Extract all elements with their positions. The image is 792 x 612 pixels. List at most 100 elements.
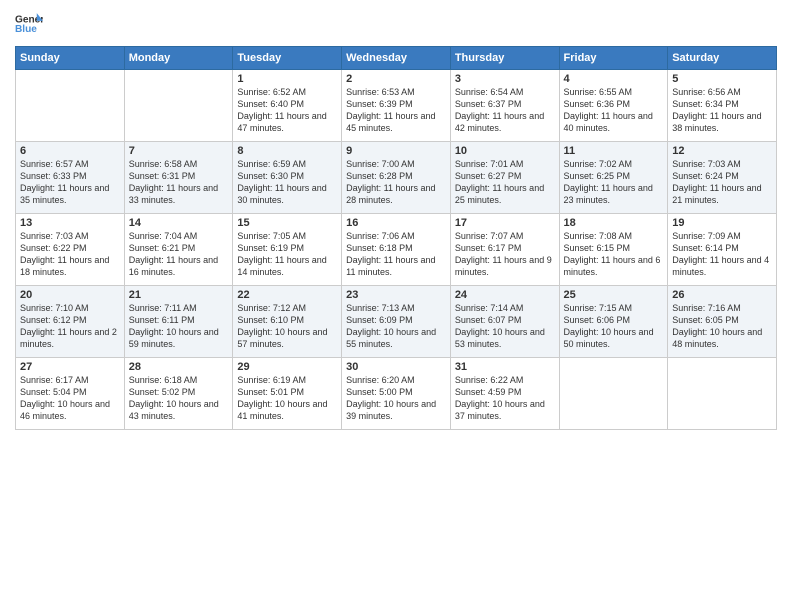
cell-info: Sunrise: 6:59 AMSunset: 6:30 PMDaylight:…: [237, 158, 337, 207]
cell-info: Sunrise: 6:20 AMSunset: 5:00 PMDaylight:…: [346, 374, 446, 423]
column-header-friday: Friday: [559, 47, 668, 70]
day-number: 23: [346, 289, 446, 301]
column-header-thursday: Thursday: [450, 47, 559, 70]
day-number: 19: [672, 217, 772, 229]
calendar-cell: 19Sunrise: 7:09 AMSunset: 6:14 PMDayligh…: [668, 214, 777, 286]
day-number: 20: [20, 289, 120, 301]
calendar-cell: 12Sunrise: 7:03 AMSunset: 6:24 PMDayligh…: [668, 142, 777, 214]
cell-info: Sunrise: 6:58 AMSunset: 6:31 PMDaylight:…: [129, 158, 229, 207]
cell-info: Sunrise: 6:55 AMSunset: 6:36 PMDaylight:…: [564, 86, 664, 135]
cell-info: Sunrise: 7:03 AMSunset: 6:24 PMDaylight:…: [672, 158, 772, 207]
calendar-cell: 22Sunrise: 7:12 AMSunset: 6:10 PMDayligh…: [233, 286, 342, 358]
calendar-page: General Blue SundayMondayTuesdayWednesda…: [0, 0, 792, 612]
calendar-week-row: 13Sunrise: 7:03 AMSunset: 6:22 PMDayligh…: [16, 214, 777, 286]
day-number: 27: [20, 361, 120, 373]
calendar-cell: 7Sunrise: 6:58 AMSunset: 6:31 PMDaylight…: [124, 142, 233, 214]
cell-info: Sunrise: 7:09 AMSunset: 6:14 PMDaylight:…: [672, 230, 772, 279]
cell-info: Sunrise: 7:06 AMSunset: 6:18 PMDaylight:…: [346, 230, 446, 279]
day-number: 17: [455, 217, 555, 229]
day-number: 3: [455, 73, 555, 85]
calendar-cell: 21Sunrise: 7:11 AMSunset: 6:11 PMDayligh…: [124, 286, 233, 358]
day-number: 26: [672, 289, 772, 301]
day-number: 1: [237, 73, 337, 85]
column-header-monday: Monday: [124, 47, 233, 70]
svg-text:Blue: Blue: [15, 24, 37, 35]
cell-info: Sunrise: 6:54 AMSunset: 6:37 PMDaylight:…: [455, 86, 555, 135]
day-number: 21: [129, 289, 229, 301]
cell-info: Sunrise: 7:08 AMSunset: 6:15 PMDaylight:…: [564, 230, 664, 279]
logo: General Blue: [15, 10, 43, 38]
calendar-week-row: 6Sunrise: 6:57 AMSunset: 6:33 PMDaylight…: [16, 142, 777, 214]
day-number: 31: [455, 361, 555, 373]
cell-info: Sunrise: 6:57 AMSunset: 6:33 PMDaylight:…: [20, 158, 120, 207]
cell-info: Sunrise: 7:07 AMSunset: 6:17 PMDaylight:…: [455, 230, 555, 279]
day-number: 8: [237, 145, 337, 157]
day-number: 12: [672, 145, 772, 157]
cell-info: Sunrise: 7:05 AMSunset: 6:19 PMDaylight:…: [237, 230, 337, 279]
day-number: 16: [346, 217, 446, 229]
cell-info: Sunrise: 6:56 AMSunset: 6:34 PMDaylight:…: [672, 86, 772, 135]
column-header-wednesday: Wednesday: [342, 47, 451, 70]
day-number: 29: [237, 361, 337, 373]
calendar-cell: 3Sunrise: 6:54 AMSunset: 6:37 PMDaylight…: [450, 70, 559, 142]
cell-info: Sunrise: 6:53 AMSunset: 6:39 PMDaylight:…: [346, 86, 446, 135]
cell-info: Sunrise: 7:11 AMSunset: 6:11 PMDaylight:…: [129, 302, 229, 351]
day-number: 7: [129, 145, 229, 157]
calendar-cell: 28Sunrise: 6:18 AMSunset: 5:02 PMDayligh…: [124, 358, 233, 430]
calendar-cell: 11Sunrise: 7:02 AMSunset: 6:25 PMDayligh…: [559, 142, 668, 214]
calendar-cell: [124, 70, 233, 142]
day-number: 14: [129, 217, 229, 229]
day-number: 11: [564, 145, 664, 157]
calendar-cell: 9Sunrise: 7:00 AMSunset: 6:28 PMDaylight…: [342, 142, 451, 214]
day-number: 10: [455, 145, 555, 157]
calendar-cell: 23Sunrise: 7:13 AMSunset: 6:09 PMDayligh…: [342, 286, 451, 358]
cell-info: Sunrise: 7:03 AMSunset: 6:22 PMDaylight:…: [20, 230, 120, 279]
calendar-cell: 18Sunrise: 7:08 AMSunset: 6:15 PMDayligh…: [559, 214, 668, 286]
calendar-cell: 13Sunrise: 7:03 AMSunset: 6:22 PMDayligh…: [16, 214, 125, 286]
day-number: 6: [20, 145, 120, 157]
calendar-cell: [668, 358, 777, 430]
calendar-cell: 31Sunrise: 6:22 AMSunset: 4:59 PMDayligh…: [450, 358, 559, 430]
calendar-cell: 4Sunrise: 6:55 AMSunset: 6:36 PMDaylight…: [559, 70, 668, 142]
cell-info: Sunrise: 7:04 AMSunset: 6:21 PMDaylight:…: [129, 230, 229, 279]
cell-info: Sunrise: 7:15 AMSunset: 6:06 PMDaylight:…: [564, 302, 664, 351]
day-number: 18: [564, 217, 664, 229]
day-number: 13: [20, 217, 120, 229]
day-number: 22: [237, 289, 337, 301]
cell-info: Sunrise: 7:00 AMSunset: 6:28 PMDaylight:…: [346, 158, 446, 207]
header: General Blue: [15, 10, 777, 38]
calendar-cell: 24Sunrise: 7:14 AMSunset: 6:07 PMDayligh…: [450, 286, 559, 358]
calendar-cell: 1Sunrise: 6:52 AMSunset: 6:40 PMDaylight…: [233, 70, 342, 142]
day-number: 9: [346, 145, 446, 157]
column-header-sunday: Sunday: [16, 47, 125, 70]
cell-info: Sunrise: 7:02 AMSunset: 6:25 PMDaylight:…: [564, 158, 664, 207]
cell-info: Sunrise: 7:12 AMSunset: 6:10 PMDaylight:…: [237, 302, 337, 351]
cell-info: Sunrise: 6:22 AMSunset: 4:59 PMDaylight:…: [455, 374, 555, 423]
cell-info: Sunrise: 7:14 AMSunset: 6:07 PMDaylight:…: [455, 302, 555, 351]
calendar-cell: 27Sunrise: 6:17 AMSunset: 5:04 PMDayligh…: [16, 358, 125, 430]
calendar-cell: 29Sunrise: 6:19 AMSunset: 5:01 PMDayligh…: [233, 358, 342, 430]
calendar-week-row: 27Sunrise: 6:17 AMSunset: 5:04 PMDayligh…: [16, 358, 777, 430]
day-number: 25: [564, 289, 664, 301]
column-header-saturday: Saturday: [668, 47, 777, 70]
day-number: 2: [346, 73, 446, 85]
calendar-header-row: SundayMondayTuesdayWednesdayThursdayFrid…: [16, 47, 777, 70]
calendar-cell: 8Sunrise: 6:59 AMSunset: 6:30 PMDaylight…: [233, 142, 342, 214]
day-number: 4: [564, 73, 664, 85]
calendar-cell: 26Sunrise: 7:16 AMSunset: 6:05 PMDayligh…: [668, 286, 777, 358]
calendar-cell: 14Sunrise: 7:04 AMSunset: 6:21 PMDayligh…: [124, 214, 233, 286]
calendar-cell: 15Sunrise: 7:05 AMSunset: 6:19 PMDayligh…: [233, 214, 342, 286]
day-number: 5: [672, 73, 772, 85]
calendar-cell: 2Sunrise: 6:53 AMSunset: 6:39 PMDaylight…: [342, 70, 451, 142]
cell-info: Sunrise: 6:18 AMSunset: 5:02 PMDaylight:…: [129, 374, 229, 423]
calendar-cell: 5Sunrise: 6:56 AMSunset: 6:34 PMDaylight…: [668, 70, 777, 142]
cell-info: Sunrise: 7:10 AMSunset: 6:12 PMDaylight:…: [20, 302, 120, 351]
calendar-cell: 20Sunrise: 7:10 AMSunset: 6:12 PMDayligh…: [16, 286, 125, 358]
logo-icon: General Blue: [15, 10, 43, 38]
calendar-week-row: 20Sunrise: 7:10 AMSunset: 6:12 PMDayligh…: [16, 286, 777, 358]
day-number: 15: [237, 217, 337, 229]
calendar-cell: 10Sunrise: 7:01 AMSunset: 6:27 PMDayligh…: [450, 142, 559, 214]
day-number: 28: [129, 361, 229, 373]
cell-info: Sunrise: 6:17 AMSunset: 5:04 PMDaylight:…: [20, 374, 120, 423]
calendar-week-row: 1Sunrise: 6:52 AMSunset: 6:40 PMDaylight…: [16, 70, 777, 142]
